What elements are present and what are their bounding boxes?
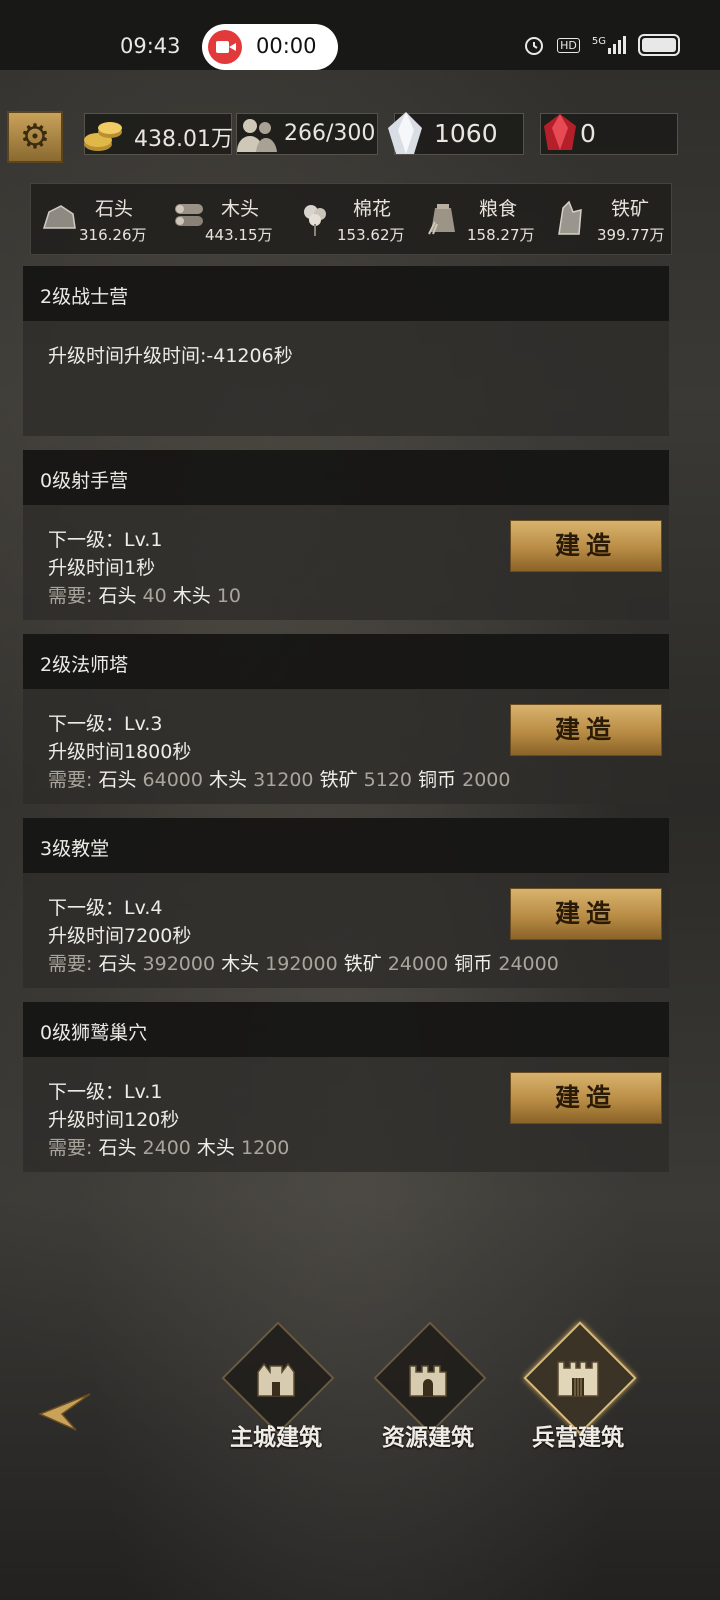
building-card-warrior-camp: 2级战士营 升级时间升级时间:-41206秒	[23, 266, 669, 436]
gold-value: 438.01万	[134, 127, 233, 152]
population-value: 266/300	[284, 121, 376, 146]
next-level-text: 下一级：Lv.4	[48, 897, 163, 919]
castle-icon	[557, 1361, 599, 1397]
build-button[interactable]: 建造	[510, 520, 662, 572]
system-icons: HD 5G	[523, 34, 680, 56]
castle-icon	[257, 1362, 295, 1397]
card-header: 2级法师塔	[23, 634, 669, 689]
video-record-icon	[208, 30, 242, 64]
requirements-text: 需要: 石头 392000 木头 192000 铁矿 24000 铜币 2400…	[48, 953, 559, 975]
material-value: 443.15万	[205, 226, 273, 244]
network-type: 5G	[591, 36, 606, 47]
upgrade-time-text: 升级时间1800秒	[48, 741, 192, 763]
next-level-text: 下一级：Lv.1	[48, 529, 163, 551]
alarm-icon	[525, 37, 544, 55]
material-value: 399.77万	[597, 226, 665, 244]
material-cotton: 棉花 153.62万	[291, 184, 419, 254]
building-title: 2级法师塔	[40, 654, 129, 676]
crystal-icon	[388, 112, 422, 154]
stone-icon	[42, 205, 76, 229]
iron-ore-icon	[558, 200, 582, 235]
materials-bar: 石头 316.26万 木头 443.15万 棉花 153.62万 粮食 158.…	[30, 183, 672, 255]
status-bar: 09:43 00:00 HD 5G	[0, 0, 720, 70]
requirements-text: 需要: 石头 2400 木头 1200	[48, 1137, 290, 1159]
tab-main-city[interactable]: 主城建筑	[216, 1321, 336, 1451]
material-name: 铁矿	[611, 198, 650, 220]
ruby-gem-icon	[544, 114, 576, 150]
building-title: 0级射手营	[40, 470, 129, 492]
material-value: 316.26万	[79, 226, 147, 244]
back-arrow-icon[interactable]	[36, 1392, 92, 1432]
material-name: 棉花	[353, 198, 392, 220]
next-level-text: 下一级：Lv.3	[48, 713, 163, 735]
battery-icon	[638, 34, 680, 56]
build-button[interactable]: 建造	[510, 704, 662, 756]
status-time: 09:43	[120, 34, 181, 58]
screen-record-pill[interactable]: 00:00	[202, 24, 338, 70]
card-header: 3级教堂	[23, 818, 669, 873]
card-header: 0级狮鹫巢穴	[23, 1002, 669, 1057]
tab-label: 主城建筑	[230, 1425, 322, 1451]
record-timer: 00:00	[256, 34, 317, 58]
building-card-mage-tower: 2级法师塔 下一级：Lv.3 升级时间1800秒 需要: 石头 64000 木头…	[23, 634, 669, 804]
ruby-value: 0	[580, 119, 596, 148]
population-icon	[237, 119, 277, 152]
material-iron: 铁矿 399.77万	[545, 184, 671, 254]
building-card-griffin-nest: 0级狮鹫巢穴 下一级：Lv.1 升级时间120秒 需要: 石头 2400 木头 …	[23, 1002, 669, 1172]
requirements-text: 需要: 石头 40 木头 10	[48, 585, 241, 607]
building-title: 2级战士营	[40, 286, 129, 308]
tab-label: 兵营建筑	[532, 1425, 624, 1451]
material-name: 木头	[221, 198, 260, 220]
cotton-icon	[304, 205, 326, 236]
build-button[interactable]: 建造	[510, 1072, 662, 1124]
settings-gear-button[interactable]: ⚙	[7, 111, 63, 163]
wood-logs-icon	[175, 204, 203, 226]
material-wood: 木头 443.15万	[165, 184, 291, 254]
crystal-value: 1060	[434, 119, 498, 148]
build-button[interactable]: 建造	[510, 888, 662, 940]
material-grain: 粮食 158.27万	[419, 184, 543, 254]
material-name: 石头	[95, 198, 134, 220]
grain-sack-icon	[428, 204, 455, 235]
material-name: 粮食	[479, 198, 518, 220]
building-title: 3级教堂	[40, 838, 110, 860]
card-header: 2级战士营	[23, 266, 669, 321]
tab-barracks-buildings[interactable]: 兵营建筑	[518, 1321, 638, 1451]
card-header: 0级射手营	[23, 450, 669, 505]
building-card-archer-camp: 0级射手营 下一级：Lv.1 升级时间1秒 需要: 石头 40 木头 10 建造	[23, 450, 669, 620]
building-card-church: 3级教堂 下一级：Lv.4 升级时间7200秒 需要: 石头 392000 木头…	[23, 818, 669, 988]
upgrade-time-text: 升级时间1秒	[48, 557, 156, 579]
gold-coins-icon	[84, 122, 122, 151]
tab-label: 资源建筑	[382, 1425, 474, 1451]
material-stone: 石头 316.26万	[35, 184, 165, 254]
material-value: 153.62万	[337, 226, 405, 244]
upgrade-time-text: 升级时间7200秒	[48, 925, 192, 947]
gear-icon: ⚙	[19, 117, 51, 157]
material-value: 158.27万	[467, 226, 535, 244]
upgrade-time-text: 升级时间120秒	[48, 1109, 180, 1131]
signal-icon: 5G	[592, 36, 626, 54]
castle-icon	[409, 1365, 447, 1397]
next-level-text: 下一级：Lv.1	[48, 1081, 163, 1103]
hd-badge: HD	[557, 37, 580, 53]
building-title: 0级狮鹫巢穴	[40, 1022, 148, 1044]
tab-resource-buildings[interactable]: 资源建筑	[368, 1321, 488, 1451]
requirements-text: 需要: 石头 64000 木头 31200 铁矿 5120 铜币 2000	[48, 769, 511, 791]
upgrade-time-text: 升级时间升级时间:-41206秒	[48, 345, 293, 367]
